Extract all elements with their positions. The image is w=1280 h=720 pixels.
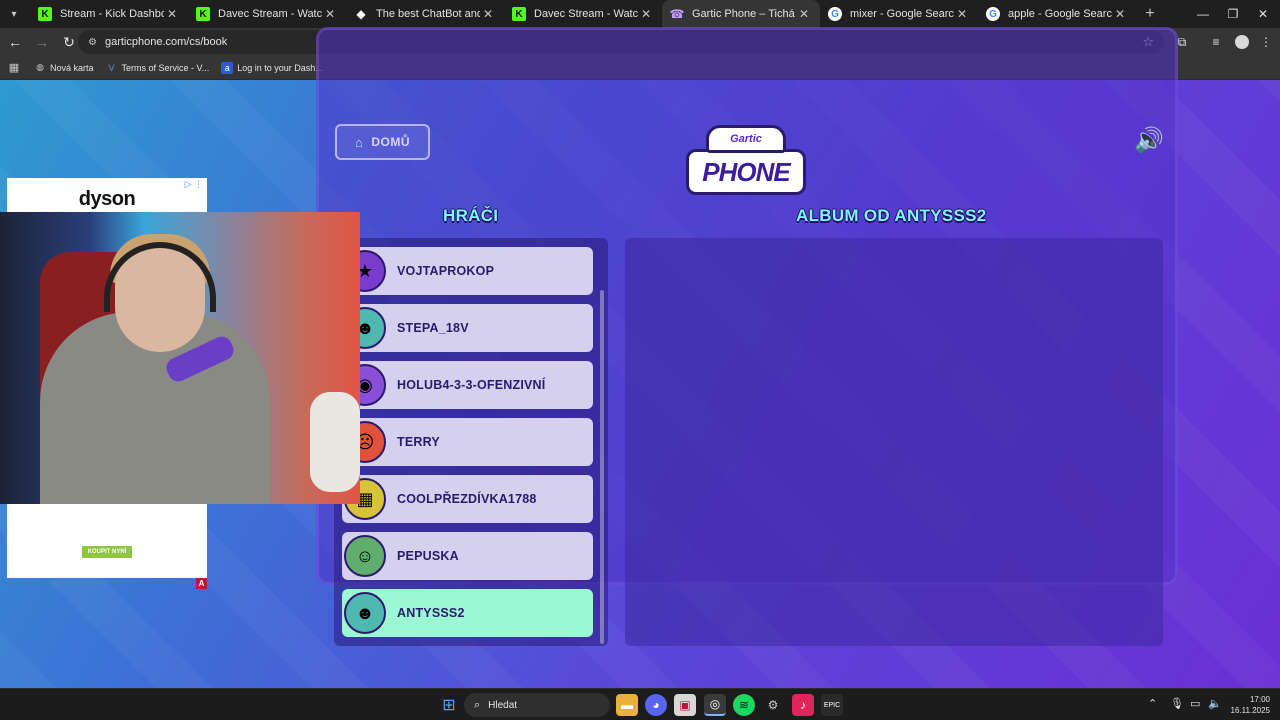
volume-icon[interactable]: 🔈 <box>1208 697 1222 710</box>
player-row[interactable]: ☹ TERRY <box>342 418 593 466</box>
new-tab-button[interactable]: + <box>1136 5 1164 23</box>
kick-icon: K <box>196 7 210 21</box>
google-icon: G <box>828 7 842 21</box>
player-row[interactable]: ★ VOJTAPROKOP <box>342 247 593 295</box>
close-icon[interactable]: ✕ <box>796 7 812 21</box>
more-menu-icon[interactable]: ⋮ <box>1256 32 1276 52</box>
kick-icon: K <box>38 7 52 21</box>
diamond-icon: ◆ <box>356 7 366 21</box>
player-row[interactable]: ▦ COOLPŘEZDÍVKA1788 <box>342 475 593 523</box>
taskbar: ⊞ ⌕ Hledat ▬ ◕ ▣ ◎ ≋ ⚙ ♪ EPIC ⌃ 🎙 ▭ 🔈 17… <box>0 688 1280 720</box>
tiktok-icon[interactable]: ♪ <box>792 694 814 716</box>
home-button[interactable]: ⌂ DOMŮ <box>335 124 430 160</box>
close-icon[interactable]: ✕ <box>1112 7 1128 21</box>
home-icon: ⌂ <box>354 134 364 150</box>
bookmark-item[interactable]: a Log in to your Dash... <box>221 61 323 74</box>
bookmark-item[interactable]: V Terms of Service - V... <box>106 62 210 74</box>
v-logo-icon: V <box>108 62 115 73</box>
browser-tab[interactable]: KDavec Stream - Watch Live on Kick✕ <box>504 0 662 28</box>
players-heading: HRÁČI <box>443 206 499 225</box>
gartic-phone-logo: PHONE Gartic <box>686 125 806 197</box>
forward-button[interactable]: → <box>30 30 54 54</box>
adchoices-icon[interactable]: ▷ ⋮ <box>185 179 203 190</box>
player-row[interactable]: ☻ STEPA_18V <box>342 304 593 352</box>
ad-buy-button[interactable]: KOUPIT NYNÍ <box>82 546 132 558</box>
browser-tab[interactable]: Gmixer - Google Search ✕ <box>820 0 978 28</box>
ad-brand: dyson <box>78 188 136 210</box>
browser-tab[interactable]: KDavec Stream - Watch Live on Kick✕ <box>188 0 346 28</box>
kick-icon: K <box>512 7 526 21</box>
player-avatar: ☺ <box>344 535 386 577</box>
app-icon[interactable]: ▣ <box>674 694 696 716</box>
media-control-icon[interactable]: ≡ <box>1206 32 1226 52</box>
chrome-icon[interactable]: ◎ <box>704 694 726 716</box>
site-info-icon[interactable]: ⚙ <box>88 37 97 48</box>
profile-avatar[interactable] <box>1235 35 1249 49</box>
discord-icon[interactable]: ◕ <box>645 694 667 716</box>
browser-tab-strip: ▾ KStream - Kick Dashboard✕ KDavec Strea… <box>0 0 1280 28</box>
microphone-icon[interactable]: 🎙 <box>1170 697 1184 710</box>
ad-badge: A <box>196 578 207 589</box>
tray-chevron-icon[interactable]: ⌃ <box>1148 697 1157 710</box>
tab-search-button[interactable]: ▾ <box>2 2 26 26</box>
close-icon[interactable]: ✕ <box>480 7 496 21</box>
player-row[interactable]: ◉ HOLUB4-3-3-OFENZIVNÍ <box>342 361 593 409</box>
sound-icon[interactable]: 🔊 <box>1134 126 1166 154</box>
restore-button[interactable]: ❐ <box>1218 0 1248 28</box>
steam-icon[interactable]: ⚙ <box>762 694 784 716</box>
search-icon: ⌕ <box>474 698 481 711</box>
players-scrollbar[interactable] <box>600 290 604 644</box>
close-icon[interactable]: ✕ <box>322 7 338 21</box>
browser-tab[interactable]: Gapple - Google Search ✕ <box>978 0 1136 28</box>
globe-icon: ◍ <box>36 62 44 72</box>
url-text: garticphone.com/cs/book <box>104 36 228 48</box>
close-icon[interactable]: ✕ <box>164 7 180 21</box>
back-button[interactable]: ← <box>3 30 27 54</box>
spotify-icon[interactable]: ≋ <box>733 694 755 716</box>
window-close-button[interactable]: ✕ <box>1248 0 1278 28</box>
player-row[interactable]: ☺ PEPUSKA <box>342 532 593 580</box>
windows-start-icon[interactable]: ⊞ <box>438 694 460 716</box>
close-icon[interactable]: ✕ <box>638 7 654 21</box>
epic-games-icon[interactable]: EPIC <box>821 694 843 716</box>
file-explorer-icon[interactable]: ▬ <box>616 694 638 716</box>
browser-tab[interactable]: ◆The best ChatBot and Widgets✕ <box>346 0 504 28</box>
bookmark-item[interactable]: ◍ Nová karta <box>34 62 93 74</box>
webcam-overlay <box>0 212 360 504</box>
google-icon: G <box>986 7 1000 21</box>
clock[interactable]: 17:00 16.11.2025 <box>1226 694 1270 716</box>
apps-grid-icon[interactable]: ▦ <box>2 61 26 74</box>
album-heading: ALBUM OD ANTYSSS2 <box>796 206 987 225</box>
network-icon[interactable]: ▭ <box>1190 697 1200 710</box>
minimize-button[interactable]: — <box>1188 0 1218 28</box>
taskbar-search[interactable]: ⌕ Hledat <box>464 693 610 717</box>
album-area <box>625 238 1163 646</box>
gartic-icon: ☎ <box>669 7 685 21</box>
a-logo-icon: a <box>221 61 234 74</box>
player-avatar: ☻ <box>344 592 386 634</box>
browser-tab-active[interactable]: ☎Gartic Phone – Tichá pošta✕ <box>662 0 820 28</box>
lamp <box>310 392 360 492</box>
browser-tab[interactable]: KStream - Kick Dashboard✕ <box>30 0 188 28</box>
player-row-active[interactable]: ☻ ANTYSSS2 <box>342 589 593 637</box>
close-icon[interactable]: ✕ <box>954 7 970 21</box>
